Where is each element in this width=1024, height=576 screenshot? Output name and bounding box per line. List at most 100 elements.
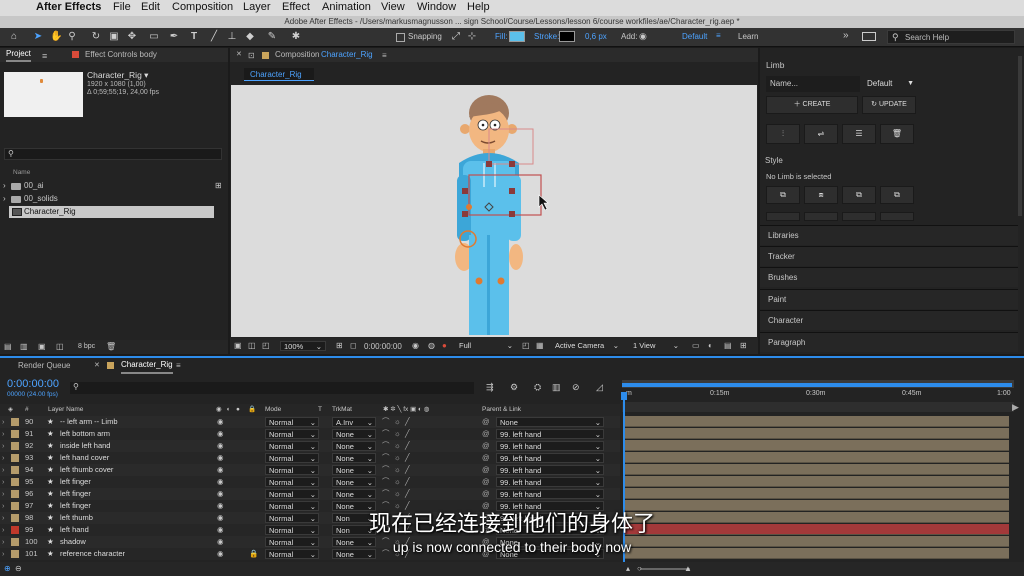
column-num[interactable]: # [25, 404, 29, 416]
mode-dropdown[interactable]: Normal ⌄ [265, 429, 319, 439]
shy-switch-icon[interactable]: ⌒ [382, 488, 390, 500]
menu-effect[interactable]: Effect [282, 1, 310, 13]
label-color-swatch[interactable] [11, 490, 19, 498]
hide-shy-icon[interactable]: ⛭ [534, 382, 541, 393]
expand-arrow-icon[interactable]: › [2, 488, 5, 500]
trkmat-dropdown[interactable]: None ⌄ [332, 477, 376, 487]
eye-icon[interactable]: ◉ [217, 440, 224, 452]
search-help-field[interactable]: ⚲ Search Help [887, 30, 1015, 44]
comp-mini-flowchart-icon[interactable]: ⇶ [486, 382, 494, 393]
parent-dropdown[interactable]: 99. left hand ⌄ [496, 477, 604, 487]
add-icon[interactable]: ◉ [639, 31, 647, 42]
eye-icon[interactable]: ◉ [217, 476, 224, 488]
brush-tool-icon[interactable]: ╱ [208, 31, 220, 43]
selection-tool-icon[interactable]: ➤ [32, 31, 44, 43]
pickwhip-icon[interactable]: @ [482, 440, 490, 452]
interpret-footage-icon[interactable]: ▤ [4, 342, 12, 351]
eye-icon[interactable]: ◉ [217, 416, 224, 428]
current-time[interactable]: 0:00:00:00 [364, 342, 402, 351]
quality-switch-icon[interactable]: ╱ [405, 428, 410, 440]
table-row[interactable]: › 95 ★ left finger ◉ Normal ⌄ None ⌄ ⌒ ☼ ╱… [0, 476, 620, 488]
parent-dropdown[interactable]: 99. left hand ⌄ [496, 453, 604, 463]
frame-blending-icon[interactable]: ▥ [552, 382, 561, 393]
expand-arrow-icon[interactable]: › [2, 464, 5, 476]
workspace-more-icon[interactable]: » [843, 30, 849, 41]
transparency-icon[interactable]: ◻ [350, 341, 357, 350]
trkmat-dropdown[interactable]: None ⌄ [332, 429, 376, 439]
eye-icon[interactable]: ◉ [217, 464, 224, 476]
collapse-switch-icon[interactable]: ☼ [394, 440, 401, 452]
menu-layer[interactable]: Layer [243, 1, 271, 13]
label-color-swatch[interactable] [11, 466, 19, 474]
stroke-width-value[interactable]: 0,6 px [585, 32, 607, 41]
timeline-search-field[interactable]: ⚲ [70, 382, 474, 394]
layer-duration-bar[interactable] [625, 452, 1009, 463]
tab-effect-controls[interactable]: Effect Controls body [85, 48, 157, 62]
shy-switch-icon[interactable]: ⌒ [382, 428, 390, 440]
quality-switch-icon[interactable]: ╱ [405, 440, 410, 452]
layer-name[interactable]: left finger [60, 488, 91, 500]
views-dropdown[interactable]: 1 View ⌄ [630, 341, 682, 351]
limb-action-button[interactable]: ⫶ [766, 124, 800, 144]
panel-paint[interactable]: Paint [760, 289, 1018, 309]
column-t[interactable]: T [318, 404, 322, 416]
draft-3d-icon[interactable]: ⚙ [510, 382, 518, 393]
table-row[interactable]: › 92 ★ inside left hand ◉ Normal ⌄ None ⌄ … [0, 440, 620, 452]
shy-switch-icon[interactable]: ⌒ [382, 440, 390, 452]
eraser-tool-icon[interactable]: ◆ [244, 31, 256, 43]
column-mode[interactable]: Mode [265, 404, 281, 416]
expand-arrow-icon[interactable]: › [2, 416, 5, 428]
shy-switch-icon[interactable]: ⌒ [382, 464, 390, 476]
label-color-swatch[interactable] [11, 430, 19, 438]
bit-depth[interactable]: 8 bpc [78, 343, 95, 350]
layer-name[interactable]: inside left hand [60, 440, 110, 452]
fast-previews-icon[interactable]: ◰ [522, 341, 530, 350]
grid-icon[interactable]: ⊞ [336, 341, 343, 350]
label-color-swatch[interactable] [11, 478, 19, 486]
limb-style-select[interactable]: Default ▼ [862, 76, 916, 92]
pickwhip-icon[interactable]: @ [482, 416, 490, 428]
tab-character-rig[interactable]: Character_Rig [121, 358, 173, 374]
audio-column-icon[interactable]: ◖ [226, 404, 230, 416]
zoom-in-icon[interactable]: ▲ [684, 564, 692, 573]
style-button[interactable]: ⧉ [766, 186, 800, 204]
pan-behind-icon[interactable]: ✥ [126, 31, 138, 43]
collapse-switch-icon[interactable]: ☼ [394, 476, 401, 488]
parent-dropdown[interactable]: 99. left hand ⌄ [496, 465, 604, 475]
sync-icon[interactable] [862, 32, 876, 41]
layer-name[interactable]: left thumb cover [60, 464, 113, 476]
trkmat-dropdown[interactable]: None ⌄ [332, 465, 376, 475]
collapse-switch-icon[interactable]: ☼ [394, 452, 401, 464]
mode-dropdown[interactable]: Normal ⌄ [265, 477, 319, 487]
shy-switch-icon[interactable]: ⌒ [382, 452, 390, 464]
panel-character[interactable]: Character [760, 310, 1018, 330]
new-comp-icon[interactable]: ▣ [38, 342, 46, 351]
comp-subtab[interactable]: Character_Rig [244, 68, 314, 81]
work-area-range[interactable] [622, 383, 1012, 387]
magnification-dropdown[interactable]: 100% ⌄ [280, 341, 326, 351]
trkmat-dropdown[interactable]: None ⌄ [332, 441, 376, 451]
menu-composition[interactable]: Composition [172, 1, 233, 13]
panel-paragraph[interactable]: Paragraph [760, 332, 1018, 352]
region-of-interest-icon[interactable]: ◫ [248, 341, 256, 350]
timeline-icon[interactable]: ▤ [724, 341, 732, 350]
shy-switch-icon[interactable]: ⌒ [382, 416, 390, 428]
parent-dropdown[interactable]: 99. left hand ⌄ [496, 441, 604, 451]
type-tool-icon[interactable]: T [188, 31, 200, 43]
limb-action-button[interactable]: 🗑 [880, 124, 914, 144]
mode-dropdown[interactable]: Normal ⌄ [265, 417, 319, 427]
expand-arrow-icon[interactable]: › [2, 428, 5, 440]
adjust-icon[interactable]: ◫ [56, 342, 64, 351]
project-item-selected[interactable]: Character_Rig [9, 206, 214, 218]
menu-edit[interactable]: Edit [141, 1, 160, 13]
style-button-cut[interactable] [842, 212, 876, 221]
layer-name[interactable]: -- left arm -- Limb [60, 416, 118, 428]
always-preview-icon[interactable]: ▣ [234, 341, 242, 350]
panel-scrollbar[interactable] [1018, 56, 1022, 216]
shy-switch-icon[interactable]: ⌒ [382, 476, 390, 488]
label-column-icon[interactable]: ◈ [8, 404, 13, 416]
project-item[interactable]: › 00_ai ⊞ [0, 180, 228, 192]
pickwhip-icon[interactable]: @ [482, 488, 490, 500]
toggle-pixel-icon[interactable]: ▭ [692, 341, 700, 350]
column-trkmat[interactable]: TrkMat [332, 404, 352, 416]
